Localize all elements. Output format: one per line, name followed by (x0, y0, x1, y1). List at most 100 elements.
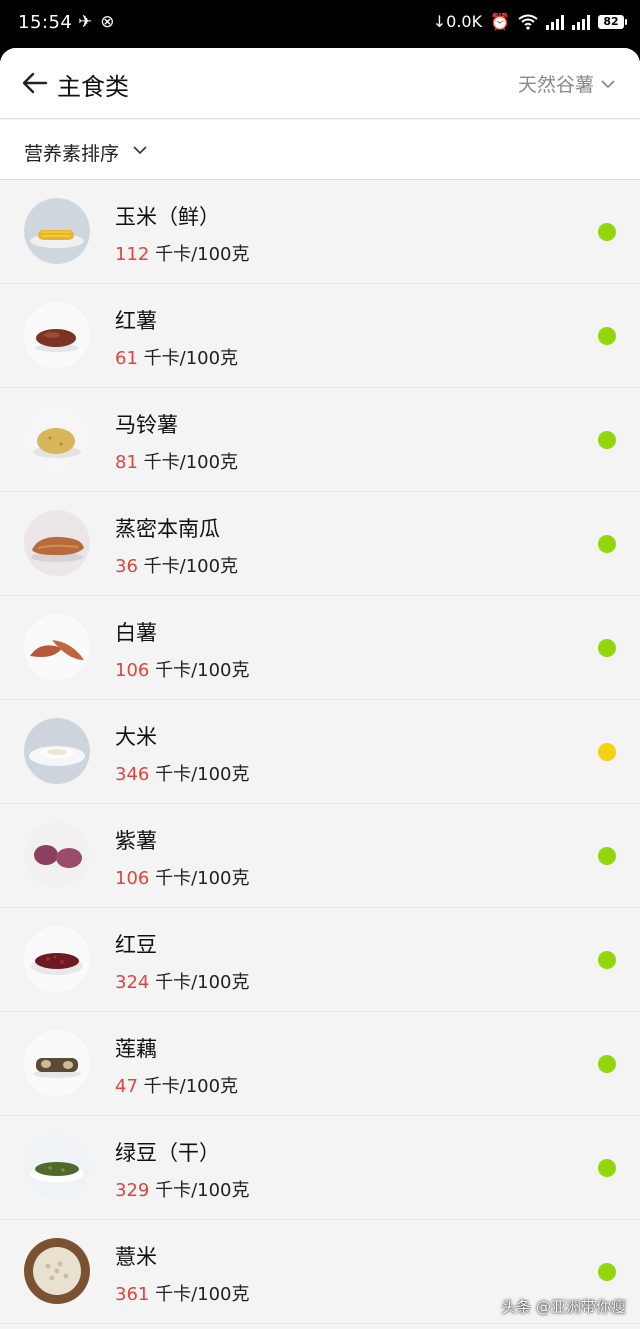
calorie-value: 36 (115, 556, 138, 577)
food-item[interactable]: 莲藕 47 千卡/100克 (0, 1012, 640, 1116)
watermark: 头条 @亚洲带你瘦 (501, 1298, 626, 1316)
category-select[interactable]: 天然谷薯 (518, 70, 616, 97)
food-name: 莲藕 (115, 1037, 157, 1061)
food-calories: 329 千卡/100克 (115, 1176, 250, 1202)
calorie-value: 324 (115, 972, 150, 993)
status-bar: 15:54 ✈ ⊗ ↓0.0K ⏰ 82 (0, 0, 640, 48)
status-time: 15:54 (18, 12, 73, 33)
battery-icon: 82 (598, 14, 627, 29)
barley-icon (24, 1238, 90, 1304)
net-speed: ↓0.0K (432, 12, 483, 31)
food-name: 玉米（鲜） (115, 205, 220, 229)
calorie-unit: 千卡/100克 (155, 972, 250, 993)
notification-icon: ✈ (78, 12, 93, 32)
food-name: 薏米 (115, 1245, 157, 1269)
chevron-down-icon (133, 146, 147, 155)
food-name: 紫薯 (115, 829, 157, 853)
status-dot (598, 847, 616, 865)
wifi-icon (518, 14, 538, 30)
food-calories: 346 千卡/100克 (115, 760, 250, 786)
food-name: 红薯 (115, 309, 157, 333)
status-dot (598, 1159, 616, 1177)
food-calories: 112 千卡/100克 (115, 240, 250, 266)
calorie-unit: 千卡/100克 (143, 348, 239, 369)
lotus-root-icon (24, 1030, 90, 1096)
food-name: 大米 (115, 725, 157, 749)
calorie-unit: 千卡/100克 (155, 1180, 250, 1201)
sweet-potato-icon (24, 302, 90, 368)
calorie-unit: 千卡/100克 (143, 1076, 239, 1097)
sort-bar[interactable]: 营养素排序 (0, 120, 640, 180)
corn-icon (24, 198, 90, 264)
food-item[interactable]: 绿豆（干） 329 千卡/100克 (0, 1116, 640, 1220)
status-dot (598, 951, 616, 969)
calorie-value: 106 (115, 660, 150, 681)
status-dot (598, 535, 616, 553)
food-item[interactable]: 紫薯 106 千卡/100克 (0, 804, 640, 908)
red-bean-icon (24, 926, 90, 992)
calorie-value: 361 (115, 1284, 150, 1305)
chevron-down-icon (601, 79, 615, 88)
network-icon: ⊗ (100, 12, 115, 32)
food-calories: 61 千卡/100克 (115, 344, 238, 370)
calorie-unit: 千卡/100克 (143, 452, 239, 473)
food-name: 蒸密本南瓜 (115, 517, 220, 541)
status-dot (598, 639, 616, 657)
page-title: 主食类 (57, 73, 129, 101)
signal-icon (546, 14, 564, 30)
category-label: 天然谷薯 (517, 74, 594, 96)
status-dot (598, 327, 616, 345)
food-item[interactable]: 白薯 106 千卡/100克 (0, 596, 640, 700)
food-calories: 106 千卡/100克 (115, 656, 250, 682)
pumpkin-icon (24, 510, 90, 576)
white-potato-icon (24, 614, 90, 680)
back-arrow-icon[interactable] (22, 70, 48, 96)
purple-potato-icon (24, 822, 90, 888)
calorie-value: 47 (115, 1076, 138, 1097)
food-item[interactable]: 马铃薯 81 千卡/100克 (0, 388, 640, 492)
food-item[interactable]: 红薯 61 千卡/100克 (0, 284, 640, 388)
food-name: 白薯 (115, 621, 157, 645)
calorie-value: 329 (115, 1180, 150, 1201)
calorie-value: 346 (115, 764, 150, 785)
status-dot (598, 431, 616, 449)
food-name: 红豆 (115, 933, 157, 957)
status-dot (598, 223, 616, 241)
food-list-screen: 主食类 天然谷薯 营养素排序 玉米（鲜） 112 千卡/100克 红薯 61 千… (0, 48, 640, 1329)
food-calories: 324 千卡/100克 (115, 968, 250, 994)
food-calories: 36 千卡/100克 (115, 552, 238, 578)
status-left-icons: ✈ ⊗ (78, 12, 115, 32)
calorie-value: 61 (115, 348, 138, 369)
signal-icon-2 (572, 14, 590, 30)
calorie-unit: 千卡/100克 (155, 244, 250, 265)
food-calories: 47 千卡/100克 (115, 1072, 238, 1098)
calorie-unit: 千卡/100克 (155, 1284, 250, 1305)
calorie-unit: 千卡/100克 (155, 764, 250, 785)
status-dot (598, 1263, 616, 1281)
mung-bean-icon (24, 1134, 90, 1200)
status-dot (598, 743, 616, 761)
calorie-value: 112 (115, 244, 150, 265)
food-list: 玉米（鲜） 112 千卡/100克 红薯 61 千卡/100克 马铃薯 81 千… (0, 180, 640, 1324)
status-dot (598, 1055, 616, 1073)
header: 主食类 天然谷薯 (0, 48, 640, 119)
rice-icon (24, 718, 90, 784)
calorie-unit: 千卡/100克 (143, 556, 239, 577)
food-item[interactable]: 红豆 324 千卡/100克 (0, 908, 640, 1012)
sort-label: 营养素排序 (24, 143, 120, 165)
calorie-unit: 千卡/100克 (155, 868, 250, 889)
food-name: 马铃薯 (115, 413, 178, 437)
calorie-value: 106 (115, 868, 150, 889)
calorie-value: 81 (115, 452, 138, 473)
food-calories: 106 千卡/100克 (115, 864, 250, 890)
food-calories: 81 千卡/100克 (115, 448, 238, 474)
food-name: 绿豆（干） (115, 1141, 220, 1165)
alarm-icon: ⏰ (490, 12, 510, 31)
calorie-unit: 千卡/100克 (155, 660, 250, 681)
food-calories: 361 千卡/100克 (115, 1280, 250, 1306)
food-item[interactable]: 玉米（鲜） 112 千卡/100克 (0, 180, 640, 284)
food-item[interactable]: 大米 346 千卡/100克 (0, 700, 640, 804)
potato-icon (24, 406, 90, 472)
food-item[interactable]: 蒸密本南瓜 36 千卡/100克 (0, 492, 640, 596)
status-right: ↓0.0K ⏰ 82 (432, 12, 627, 31)
